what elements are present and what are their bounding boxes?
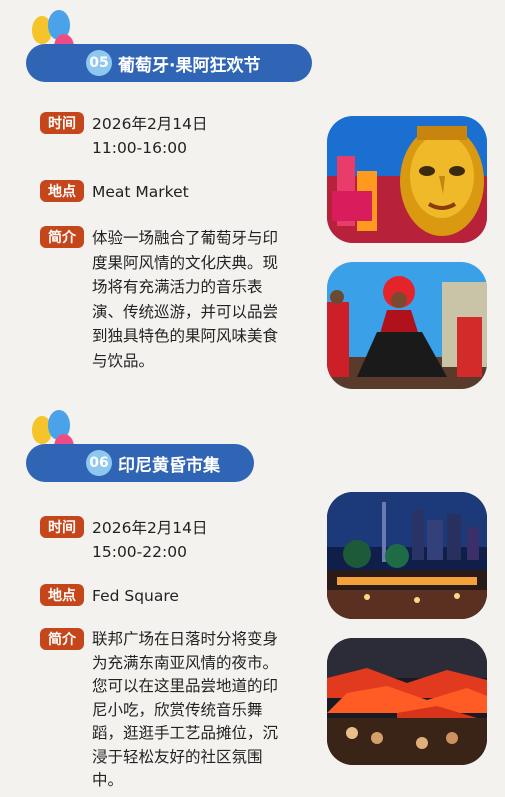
date-text: 2026年2月14日 (92, 115, 208, 133)
event-title-banner: 06 印尼黄昏市集 (26, 444, 254, 482)
place-value: Meat Market (92, 183, 189, 201)
event-title-banner: 05 葡萄牙·果阿狂欢节 (26, 44, 312, 82)
event-section-06: 06 印尼黄昏市集 时间 2026年2月14日 15:00-22:00 地点 F… (0, 400, 505, 797)
night-market-stalls-photo (327, 638, 487, 765)
night-city-market-photo (327, 492, 487, 619)
golden-mask-photo (327, 116, 487, 243)
time-value: 2026年2月14日 11:00-16:00 (92, 112, 347, 160)
date-text: 2026年2月14日 (92, 519, 208, 537)
place-value: Fed Square (92, 587, 179, 605)
event-number-badge: 05 (86, 50, 112, 76)
time-tag: 时间 (40, 516, 84, 538)
time-tag: 时间 (40, 112, 84, 134)
place-tag: 地点 (40, 180, 84, 202)
place-tag: 地点 (40, 584, 84, 606)
event-section-05: 05 葡萄牙·果阿狂欢节 时间 2026年2月14日 11:00-16:00 地… (0, 0, 505, 400)
intro-text: 体验一场融合了葡萄牙与印 度果阿风情的文化庆典。现 场将有充满活力的音乐表 演、… (92, 229, 279, 370)
event-title: 葡萄牙·果阿狂欢节 (118, 55, 261, 76)
dancers-photo (327, 262, 487, 389)
intro-tag: 简介 (40, 226, 84, 248)
event-title: 印尼黄昏市集 (118, 455, 220, 476)
hours-text: 15:00-22:00 (92, 543, 187, 561)
intro-tag: 简介 (40, 628, 84, 650)
time-value: 2026年2月14日 15:00-22:00 (92, 516, 347, 564)
event-number-badge: 06 (86, 450, 112, 476)
hours-text: 11:00-16:00 (92, 139, 187, 157)
intro-text: 联邦广场在日落时分将变身 为充满东南亚风情的夜市。 您可以在这里品尝地道的印 尼… (92, 630, 279, 789)
